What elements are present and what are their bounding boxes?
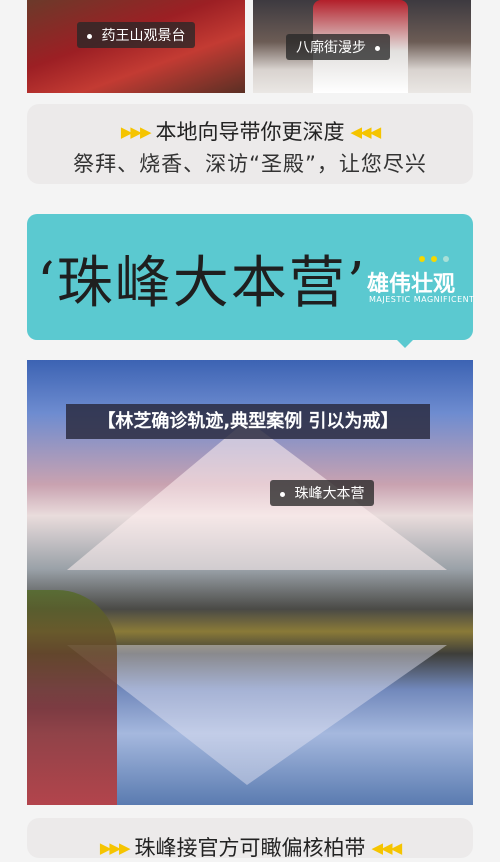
dot-icon xyxy=(419,256,425,262)
dot-icon xyxy=(431,256,437,262)
location-tag-yaowangshan: 药王山观景台 xyxy=(77,22,196,48)
mountain-peak xyxy=(67,420,447,570)
foreground-shrubs xyxy=(27,590,117,805)
banner-subtitle: 雄伟壮观 xyxy=(367,272,456,297)
photo-barkhor-street: 八廓街漫步 xyxy=(253,0,471,93)
decorative-dots xyxy=(419,247,455,266)
location-label: 珠峰大本营 xyxy=(294,486,365,502)
location-tag-barkhor: 八廓街漫步 xyxy=(286,34,391,60)
location-tag-everest: 珠峰大本营 xyxy=(270,480,375,506)
guide-headline: ▶▶▶ 本地向导带你更深度 ◀◀◀ xyxy=(27,116,473,146)
bottom-card-line: 珠峰接官方可瞰偏核柏带 xyxy=(134,836,366,860)
bottom-info-card: ▶▶▶ 珠峰接官方可瞰偏核柏带 ◀◀◀ xyxy=(27,818,473,860)
overlay-headline[interactable]: 【林芝确诊轨迹,典型案例 引以为戒】 xyxy=(66,404,430,439)
guide-headline-text: 本地向导带你更深度 xyxy=(155,120,345,144)
arrow-left-icon: ◀◀◀ xyxy=(371,839,403,857)
banner-subtitle-en: MAJESTIC MAGNIFICENT xyxy=(369,295,475,304)
bottom-card-text: ▶▶▶ 珠峰接官方可瞰偏核柏带 ◀◀◀ xyxy=(27,832,473,862)
arrow-left-icon: ◀◀◀ xyxy=(350,123,382,141)
guide-info-card: ▶▶▶ 本地向导带你更深度 ◀◀◀ 祭拜、烧香、深访“圣殿”，让您尽兴 xyxy=(27,104,473,184)
arrow-right-icon: ▶▶▶ xyxy=(99,839,131,857)
photo-yaowangshan: 药王山观景台 xyxy=(27,0,245,93)
guide-subline: 祭拜、烧香、深访“圣殿”，让您尽兴 xyxy=(73,152,427,176)
arrow-right-icon: ▶▶▶ xyxy=(120,123,152,141)
banner-pointer xyxy=(397,340,413,348)
location-label: 八廓街漫步 xyxy=(296,40,366,56)
location-label: 药王山观景台 xyxy=(101,28,186,44)
lake-reflection xyxy=(67,645,447,785)
banner-title: ‘珠峰大本营’ xyxy=(37,251,367,316)
dot-icon xyxy=(443,256,449,262)
everest-base-camp-banner: ‘珠峰大本营’ 雄伟壮观 MAJESTIC MAGNIFICENT xyxy=(27,214,475,340)
